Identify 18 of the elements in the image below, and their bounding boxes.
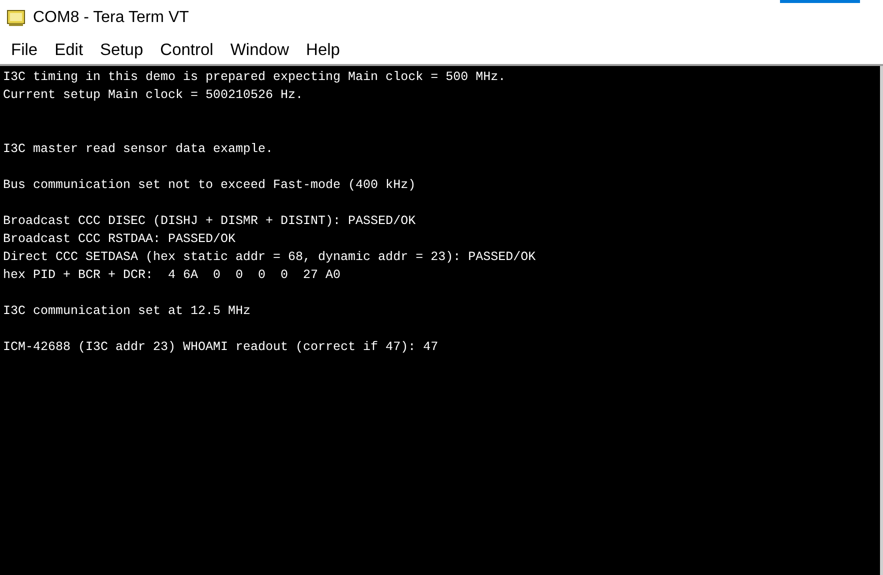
terminal-line: Broadcast CCC DISEC (DISHJ + DISMR + DISINT): PASSED/OK	[3, 213, 416, 230]
menu-item[interactable]: Window	[223, 40, 296, 60]
terminal-line: Current setup Main clock = 500210526 Hz.	[3, 87, 304, 104]
app-icon	[7, 10, 25, 26]
terminal-line: hex PID + BCR + DCR: 4 6A 0 0 0 0 27 A0	[3, 267, 341, 284]
menu-item[interactable]: Edit	[48, 40, 90, 60]
window-title: COM8 - Tera Term VT	[33, 9, 189, 27]
terminal-line: I3C master read sensor data example.	[3, 141, 274, 158]
terminal-line: Direct CCC SETDASA (hex static addr = 68, dynamic addr = 23): PASSED/OK	[3, 249, 536, 266]
terminal-line: ICM-42688 (I3C addr 23) WHOAMI readout (correct if 47): 47	[3, 339, 438, 356]
menu-item[interactable]: Help	[299, 40, 347, 60]
terminal-line: I3C timing in this demo is prepared expecting Main clock = 500 MHz.	[3, 69, 506, 86]
menu-item[interactable]: Setup	[93, 40, 150, 60]
terminal-line: Broadcast CCC RSTDAA: PASSED/OK	[3, 231, 236, 248]
terminal-line: Bus communication set not to exceed Fast-mode (400 kHz)	[3, 177, 416, 194]
menu-item[interactable]: Control	[153, 40, 220, 60]
menu-item[interactable]: File	[4, 40, 45, 60]
terminal-line: I3C communication set at 12.5 MHz	[3, 303, 251, 320]
